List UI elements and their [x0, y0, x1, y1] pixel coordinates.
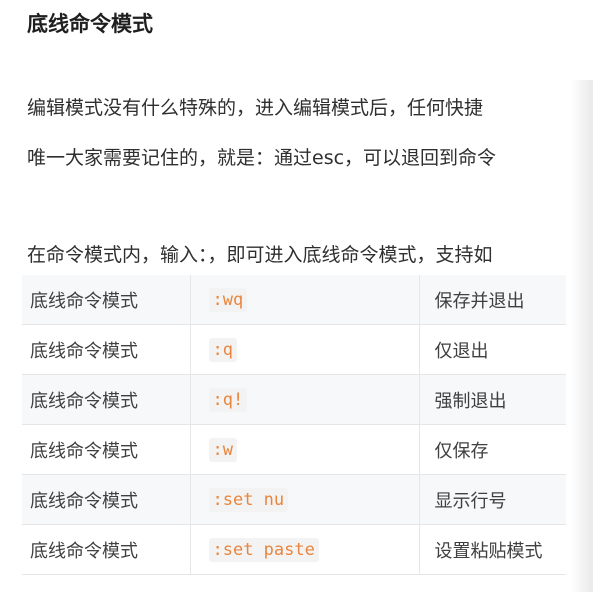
paragraph-command-intro: 在命令模式内，输入：，即可进入底线命令模式，支持如 — [27, 244, 493, 266]
command-table: 底线命令模式 :wq 保存并退出 底线命令模式 :q 仅退出 底线命令模式 :q… — [22, 275, 566, 575]
mode-cell: 底线命令模式 — [22, 474, 191, 525]
description-cell: 保存并退出 — [419, 275, 566, 325]
mode-cell: 底线命令模式 — [22, 374, 191, 425]
section-heading: 底线命令模式 — [27, 12, 153, 36]
table-row: 底线命令模式 :set nu 显示行号 — [22, 474, 566, 525]
table-row: 底线命令模式 :q 仅退出 — [22, 324, 566, 375]
table-row: 底线命令模式 :wq 保存并退出 — [22, 275, 566, 325]
command-code: :q — [208, 338, 237, 362]
description-cell: 设置粘贴模式 — [419, 524, 566, 575]
description-cell: 仅退出 — [419, 324, 566, 375]
description-cell: 仅保存 — [419, 424, 566, 475]
command-code: :set nu — [208, 488, 289, 512]
paragraph-edit-mode: 编辑模式没有什么特殊的，进入编辑模式后，任何快捷 — [27, 97, 484, 119]
mode-cell: 底线命令模式 — [22, 524, 191, 575]
command-cell: :q! — [190, 374, 420, 425]
table-row: 底线命令模式 :q! 强制退出 — [22, 374, 566, 425]
table-row: 底线命令模式 :w 仅保存 — [22, 424, 566, 475]
command-code: :q! — [208, 388, 248, 412]
description-cell: 显示行号 — [419, 474, 566, 525]
description-cell: 强制退出 — [419, 374, 566, 425]
command-code: :w — [208, 438, 237, 462]
command-cell: :set paste — [190, 524, 420, 575]
command-code: :set paste — [208, 538, 319, 562]
mode-cell: 底线命令模式 — [22, 324, 191, 375]
command-code: :wq — [208, 288, 248, 312]
table-row: 底线命令模式 :set paste 设置粘贴模式 — [22, 524, 566, 575]
mode-cell: 底线命令模式 — [22, 275, 191, 325]
scroll-edge-shadow — [571, 80, 593, 592]
paragraph-esc-hint: 唯一大家需要记住的，就是：通过esc，可以退回到命令 — [27, 147, 497, 169]
command-cell: :w — [190, 424, 420, 475]
command-cell: :wq — [190, 275, 420, 325]
mode-cell: 底线命令模式 — [22, 424, 191, 475]
command-cell: :set nu — [190, 474, 420, 525]
command-cell: :q — [190, 324, 420, 375]
